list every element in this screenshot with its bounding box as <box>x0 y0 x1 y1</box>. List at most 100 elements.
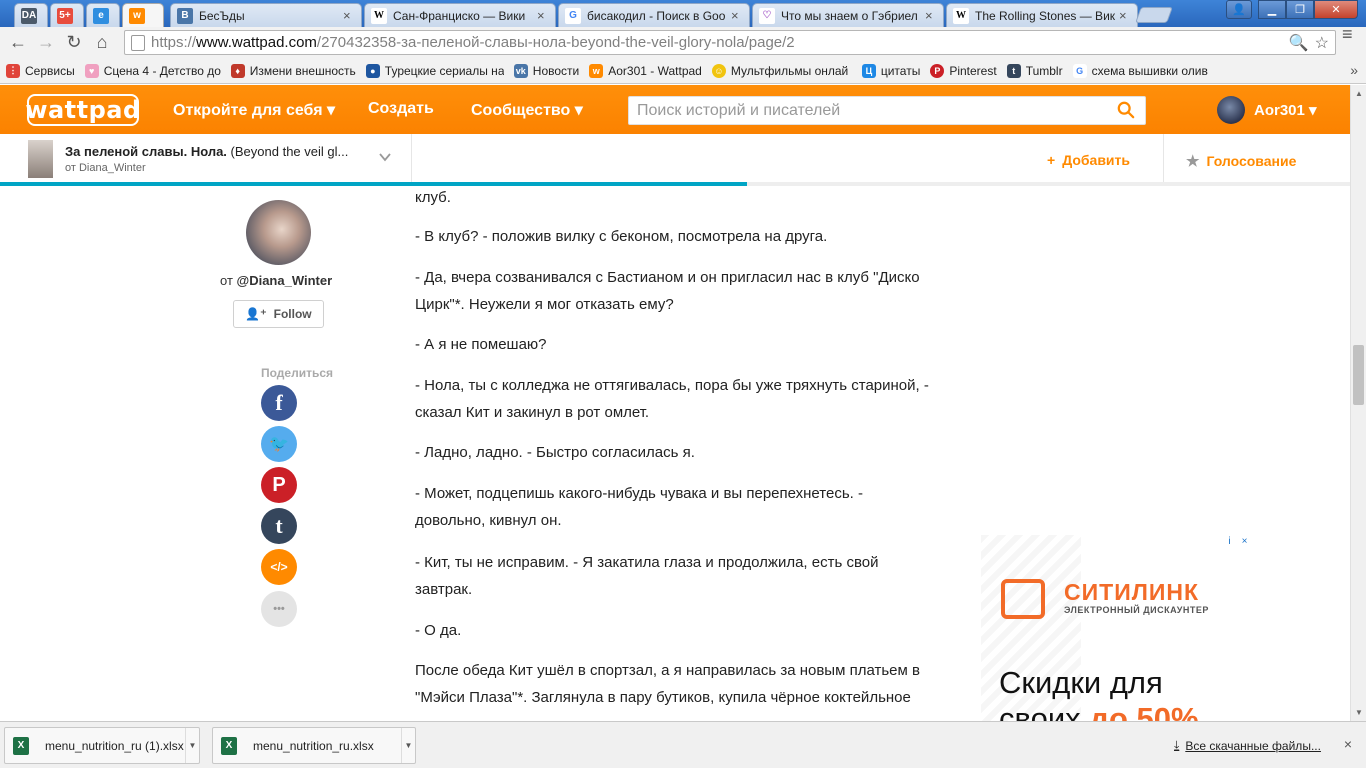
nav-community[interactable]: Сообщество ▾ <box>471 100 583 120</box>
cake-icon: ♦ <box>230 63 245 78</box>
bookmark-services[interactable]: ⋮ Сервисы <box>6 63 75 78</box>
user-menu[interactable]: Aor301 ▾ <box>1217 96 1317 124</box>
ad-headline-2: своих до 50% <box>999 701 1199 721</box>
embed-share-icon[interactable]: </> <box>261 549 297 585</box>
chevron-down-icon[interactable] <box>378 150 392 164</box>
back-arrow-icon[interactable]: ← <box>4 29 32 57</box>
maximize-button[interactable]: ❐ <box>1286 0 1314 19</box>
tab-besedy[interactable]: B БесЪды × <box>170 3 362 27</box>
bookmark-quotes[interactable]: Ццитаты <box>861 63 920 78</box>
tab-pinned-wattpad[interactable]: w <box>122 3 164 27</box>
bookmark-star-icon[interactable]: ☆ <box>1315 33 1329 53</box>
forward-arrow-icon[interactable]: → <box>32 29 60 57</box>
user-profile-icon[interactable]: 👤 <box>1226 0 1252 19</box>
vote-button[interactable]: ★ Голосование <box>1186 152 1296 170</box>
story-paragraph: клуб. <box>415 189 451 206</box>
page-scrollbar[interactable]: ▲ ▼ <box>1350 85 1366 721</box>
pinterest-share-icon[interactable]: P <box>261 467 297 503</box>
story-paragraph: После обеда Кит ушёл в спортзал, а я нап… <box>415 662 920 721</box>
home-icon[interactable]: ⌂ <box>88 29 116 57</box>
tab-san-francisco[interactable]: W Сан-Франциско — Вики × <box>364 3 556 27</box>
search-icon[interactable] <box>1117 101 1135 119</box>
bookmark-turkish-series[interactable]: ● Турецкие сериалы на <box>365 63 504 78</box>
tab-rolling-stones[interactable]: W The Rolling Stones — Вик × <box>946 3 1138 27</box>
nav-discover[interactable]: Откройте для себя ▾ <box>173 100 335 120</box>
story-title[interactable]: За пеленой славы. Нола. (Beyond the veil… <box>65 144 375 159</box>
more-share-icon[interactable]: ••• <box>261 591 297 627</box>
close-icon[interactable]: × <box>1238 535 1251 548</box>
address-bar-actions: 🔍 ☆ <box>1289 33 1329 53</box>
tab-pinned-2[interactable]: 5+ <box>50 3 84 27</box>
new-tab-button[interactable] <box>1135 7 1173 23</box>
chevron-down-icon[interactable]: ▼ <box>185 728 199 763</box>
bookmark-embroidery[interactable]: Gсхема вышивки олив <box>1072 63 1213 78</box>
plus-icon: + <box>1047 152 1056 168</box>
scroll-down-icon[interactable]: ▼ <box>1355 708 1363 717</box>
follow-button[interactable]: 👤⁺ Follow <box>233 300 324 328</box>
ad-headline: Скидки для <box>999 665 1163 700</box>
tab-title: Что мы знаем о Гэбриел <box>781 8 918 23</box>
twitter-share-icon[interactable]: 🐦 <box>261 426 297 462</box>
tab-gabriel[interactable]: ♡ Что мы знаем о Гэбриел × <box>752 3 944 27</box>
more-bookmarks-icon[interactable]: » <box>1350 62 1358 78</box>
bookmark-news[interactable]: vk Новости <box>513 63 579 78</box>
apps-grid-icon: ⋮ <box>6 63 20 78</box>
show-all-downloads-link[interactable]: ⤓ Все скачанные файлы... <box>1174 738 1321 753</box>
chevron-down-icon[interactable]: ▼ <box>401 728 415 763</box>
close-icon[interactable]: × <box>537 8 549 23</box>
reload-icon[interactable]: ↻ <box>60 29 88 57</box>
tab-strip: DA 5+ e w B БесЪды × W Сан-Франциско — В… <box>0 0 1366 27</box>
bookmark-tumblr[interactable]: t Tumblr <box>1006 63 1063 78</box>
bookmark-change-look[interactable]: ♦ Измени внешность <box>230 63 356 78</box>
page-icon <box>131 34 145 51</box>
tab-pinned-1[interactable]: DA <box>14 3 48 27</box>
close-window-button[interactable]: ✕ <box>1314 0 1358 19</box>
download-item[interactable]: X menu_nutrition_ru.xlsx ▼ <box>212 727 416 764</box>
info-icon[interactable]: i <box>1223 535 1236 548</box>
scroll-thumb[interactable] <box>1353 345 1364 405</box>
download-item[interactable]: X menu_nutrition_ru (1).xlsx ▼ <box>4 727 200 764</box>
author-handle[interactable]: @Diana_Winter <box>237 273 333 288</box>
zoom-icon[interactable]: 🔍 <box>1289 33 1309 53</box>
site-5plus-icon: 5+ <box>57 7 73 24</box>
bookmark-pinterest[interactable]: P Pinterest <box>930 63 997 78</box>
download-filename: menu_nutrition_ru (1).xlsx <box>45 738 184 753</box>
advertisement[interactable]: i × СИТИЛИНК ЭЛЕКТРОННЫЙ ДИСКАУНТЕР Скид… <box>981 535 1251 721</box>
quote-icon: Ц <box>861 63 876 78</box>
browser-menu-icon[interactable]: ≡ <box>1342 25 1358 43</box>
facebook-share-icon[interactable]: f <box>261 385 297 421</box>
url-host: www.wattpad.com <box>196 34 317 51</box>
story-content: от @Diana_Winter 👤⁺ Follow Поделиться f … <box>0 187 1350 721</box>
search-input[interactable] <box>637 101 1107 120</box>
tab-google-search[interactable]: G бисакодил - Поиск в Goo × <box>558 3 750 27</box>
vk-icon: vk <box>513 63 528 78</box>
tumblr-share-icon[interactable]: t <box>261 508 297 544</box>
follow-label: Follow <box>273 307 312 321</box>
author-avatar[interactable] <box>246 200 311 265</box>
pinterest-icon: P <box>930 63 945 78</box>
wattpad-header: wattpad Откройте для себя ▾ Создать Сооб… <box>0 85 1350 134</box>
wikipedia-icon: W <box>371 7 387 24</box>
bookmark-scene4[interactable]: ♥ Сцена 4 - Детство до <box>84 63 221 78</box>
address-bar[interactable]: https://www.wattpad.com/270432358-за-пел… <box>124 30 1336 55</box>
tab-pinned-3[interactable]: e <box>86 3 120 27</box>
story-paragraph: - Да, вчера созванивался с Бастианом и о… <box>415 269 920 313</box>
story-author[interactable]: от Diana_Winter <box>65 162 146 174</box>
close-icon[interactable]: × <box>925 8 937 23</box>
wattpad-logo[interactable]: wattpad <box>25 94 140 126</box>
google-icon: G <box>1072 63 1087 78</box>
nav-create[interactable]: Создать <box>368 100 434 118</box>
scroll-up-icon[interactable]: ▲ <box>1355 89 1363 98</box>
browser-toolbar: ← → ↻ ⌂ https://www.wattpad.com/27043235… <box>0 25 1366 58</box>
close-icon[interactable]: × <box>1119 8 1131 23</box>
bookmark-wattpad[interactable]: w Aor301 - Wattpad <box>589 63 702 78</box>
add-button[interactable]: + Добавить <box>1047 152 1130 168</box>
bookmark-cartoons[interactable]: ☺ Мультфильмы онлай <box>711 63 852 78</box>
close-icon[interactable]: × <box>731 8 743 23</box>
close-icon[interactable]: × <box>343 8 355 23</box>
close-icon[interactable]: × <box>1344 736 1352 752</box>
minimize-button[interactable]: ▁ <box>1258 0 1286 19</box>
story-cover[interactable] <box>28 140 53 178</box>
url-path: /270432358-за-пеленой-славы-нола-beyond-… <box>316 34 795 51</box>
vk-icon: B <box>177 7 193 24</box>
